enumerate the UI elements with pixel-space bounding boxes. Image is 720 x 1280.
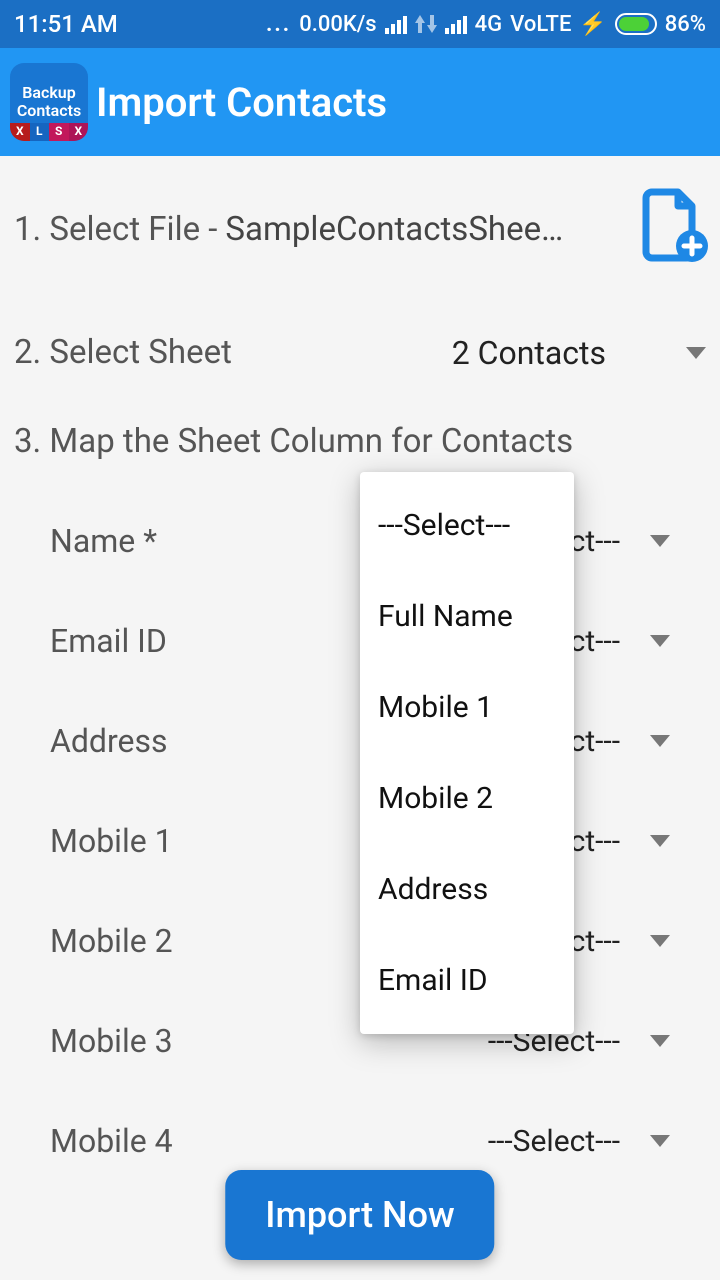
battery-icon	[615, 13, 657, 35]
dropdown-option-emailid[interactable]: Email ID	[360, 935, 574, 1026]
add-file-button[interactable]	[632, 186, 710, 273]
dropdown-option-fullname[interactable]: Full Name	[360, 571, 574, 662]
signal-icon	[385, 14, 407, 34]
step-select-file: 1. Select File - SampleContactsShee…	[0, 156, 720, 303]
status-right: ... 0.00K/s 4G VoLTE ⚡ 86%	[266, 12, 706, 37]
chevron-down-icon	[650, 935, 670, 947]
chevron-down-icon	[650, 635, 670, 647]
status-bar: 11:51 AM ... 0.00K/s 4G VoLTE ⚡ 86%	[0, 0, 720, 48]
import-now-button[interactable]: Import Now	[225, 1170, 494, 1260]
dropdown-option-mobile2[interactable]: Mobile 2	[360, 753, 574, 844]
column-dropdown-menu: ---Select--- Full Name Mobile 1 Mobile 2…	[360, 472, 574, 1034]
signal-icon-2	[445, 14, 467, 34]
data-arrows-icon	[415, 15, 437, 33]
dropdown-option-address[interactable]: Address	[360, 844, 574, 935]
select-value: ---Select---	[488, 1124, 620, 1159]
status-time: 11:51 AM	[14, 10, 118, 38]
dropdown-option-select[interactable]: ---Select---	[360, 480, 574, 571]
chevron-down-icon	[650, 1035, 670, 1047]
battery-percent: 86%	[665, 12, 706, 37]
step-select-sheet: 2. Select Sheet 2 Contacts	[0, 303, 720, 402]
status-speed: 0.00K/s	[299, 12, 376, 37]
chevron-down-icon	[650, 1135, 670, 1147]
app-bar: Backup Contacts XLSX Import Contacts	[0, 48, 720, 156]
charge-icon: ⚡	[579, 12, 606, 37]
app-icon-line1: Backup	[22, 84, 75, 102]
chevron-down-icon	[686, 347, 706, 359]
dropdown-option-mobile1[interactable]: Mobile 1	[360, 662, 574, 753]
app-icon: Backup Contacts XLSX	[10, 63, 88, 141]
app-icon-line2: Contacts	[17, 102, 81, 120]
network-label: 4G	[475, 12, 503, 37]
xlsx-badge: XLSX	[10, 123, 88, 141]
volte-label: VoLTE	[510, 12, 571, 37]
sheet-value: 2 Contacts	[452, 334, 606, 372]
step1-label: 1. Select File -	[14, 210, 217, 249]
chevron-down-icon	[650, 535, 670, 547]
field-label: Mobile 4	[50, 1122, 488, 1160]
step2-label: 2. Select Sheet	[14, 333, 232, 372]
chevron-down-icon	[650, 735, 670, 747]
chevron-down-icon	[650, 835, 670, 847]
sheet-dropdown[interactable]: 2 Contacts	[452, 334, 706, 372]
page-title: Import Contacts	[96, 79, 387, 126]
more-dots-icon: ...	[266, 12, 291, 37]
selected-filename: SampleContactsShee…	[225, 210, 626, 249]
